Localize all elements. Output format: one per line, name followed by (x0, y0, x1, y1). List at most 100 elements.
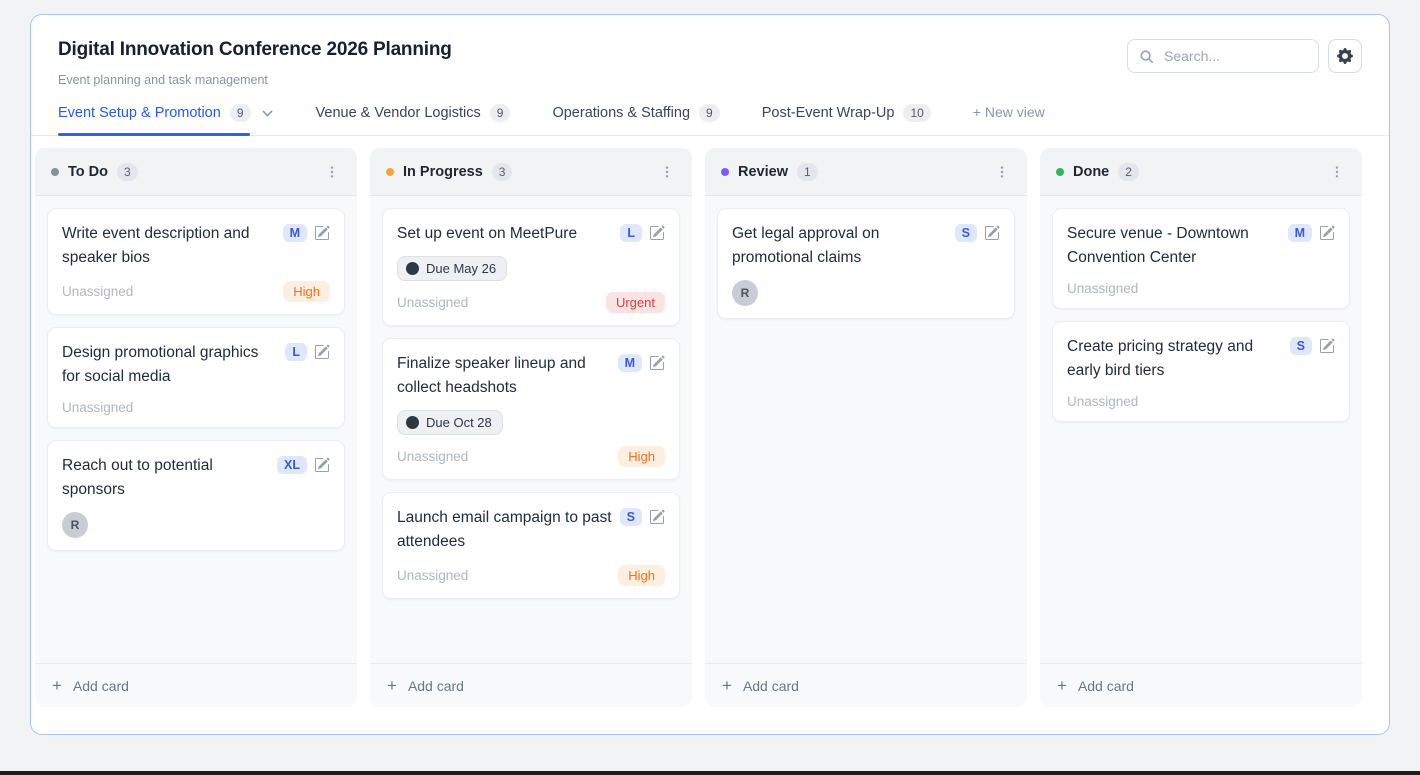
tab[interactable]: Operations & Staffing 9 (552, 104, 719, 135)
header-actions (1127, 39, 1362, 73)
column-header: In Progress 3 (370, 148, 692, 196)
task-card[interactable]: Launch email campaign to past attendees … (382, 492, 680, 599)
edit-card-button[interactable] (314, 344, 330, 360)
due-date-badge: Due May 26 (397, 256, 507, 281)
edit-icon (314, 344, 330, 360)
task-card[interactable]: Write event description and speaker bios… (47, 208, 345, 315)
task-card[interactable]: Secure venue - Downtown Convention Cente… (1052, 208, 1350, 309)
assignee-label: Unassigned (62, 400, 133, 415)
priority-badge: High (618, 446, 665, 467)
page: Digital Innovation Conference 2026 Plann… (0, 0, 1420, 775)
assignee-label: Unassigned (397, 295, 468, 310)
card-top: Finalize speaker lineup and collect head… (397, 352, 665, 400)
card-meta: Unassigned (62, 400, 330, 415)
task-card[interactable]: Create pricing strategy and early bird t… (1052, 321, 1350, 422)
column-status-dot (386, 168, 394, 176)
add-card-button[interactable]: + Add card (705, 663, 1027, 707)
task-card[interactable]: Design promotional graphics for social m… (47, 327, 345, 428)
avatar: R (62, 512, 88, 538)
chevron-down-icon[interactable] (261, 107, 274, 120)
add-card-button[interactable]: + Add card (1040, 663, 1362, 707)
new-view-button[interactable]: + New view (973, 104, 1045, 135)
size-badge: S (620, 508, 642, 526)
edit-card-button[interactable] (314, 457, 330, 473)
task-card[interactable]: Set up event on MeetPure L Due May 26 Un… (382, 208, 680, 326)
size-badge: M (1288, 224, 1312, 242)
size-badge: L (285, 343, 307, 361)
tab-bar: Event Setup & Promotion 9 Venue & Vendor… (31, 87, 1389, 136)
column-header: Review 1 (705, 148, 1027, 196)
tab-count-badge: 9 (490, 104, 511, 122)
tab[interactable]: Post-Event Wrap-Up 10 (762, 104, 931, 135)
column-menu-button[interactable] (993, 163, 1011, 181)
column-header: To Do 3 (35, 148, 357, 196)
page-title: Digital Innovation Conference 2026 Plann… (58, 39, 452, 61)
column-menu-button[interactable] (1328, 163, 1346, 181)
card-top: Design promotional graphics for social m… (62, 341, 330, 389)
gear-icon (1337, 48, 1353, 64)
header: Digital Innovation Conference 2026 Plann… (31, 15, 1389, 87)
column-body: Secure venue - Downtown Convention Cente… (1040, 196, 1362, 663)
column-title: To Do (68, 164, 108, 180)
card-title: Write event description and speaker bios (62, 222, 275, 270)
kebab-menu-icon (660, 165, 674, 179)
clock-icon (406, 262, 419, 275)
edit-card-button[interactable] (314, 225, 330, 241)
clock-icon (406, 416, 419, 429)
task-card[interactable]: Reach out to potential sponsors XL R (47, 440, 345, 551)
board: To Do 3 Write event description and spea… (31, 136, 1389, 734)
size-badge: M (283, 224, 307, 242)
add-card-button[interactable]: + Add card (35, 663, 357, 707)
size-badge: M (618, 354, 642, 372)
assignee-label: Unassigned (62, 284, 133, 299)
settings-button[interactable] (1328, 39, 1362, 73)
board-column: To Do 3 Write event description and spea… (35, 148, 357, 707)
tab[interactable]: Event Setup & Promotion 9 (58, 104, 274, 135)
card-title: Launch email campaign to past attendees (397, 506, 612, 554)
card-top: Get legal approval on promotional claims… (732, 222, 1000, 270)
add-card-label: Add card (73, 678, 129, 694)
due-date-badge: Due Oct 28 (397, 410, 503, 435)
add-card-button[interactable]: + Add card (370, 663, 692, 707)
card-actions: M (283, 222, 330, 242)
plus-icon: + (1057, 677, 1067, 694)
column-count-badge: 1 (797, 163, 818, 181)
card-actions: M (618, 352, 665, 372)
tab-label: Post-Event Wrap-Up (762, 105, 895, 121)
kebab-menu-icon (325, 165, 339, 179)
due-date-label: Due May 26 (426, 261, 496, 276)
card-actions: M (1288, 222, 1335, 242)
card-title: Secure venue - Downtown Convention Cente… (1067, 222, 1280, 270)
tab-count-badge: 9 (230, 104, 251, 122)
edit-icon (649, 225, 665, 241)
search-box[interactable] (1127, 39, 1319, 73)
column-status-dot (1056, 168, 1064, 176)
edit-card-button[interactable] (649, 355, 665, 371)
column-menu-button[interactable] (323, 163, 341, 181)
card-title: Finalize speaker lineup and collect head… (397, 352, 610, 400)
edit-card-button[interactable] (984, 225, 1000, 241)
card-actions: S (955, 222, 1000, 242)
edit-card-button[interactable] (1319, 338, 1335, 354)
edit-card-button[interactable] (1319, 225, 1335, 241)
assignee-label: Unassigned (397, 449, 468, 464)
add-card-label: Add card (743, 678, 799, 694)
column-menu-button[interactable] (658, 163, 676, 181)
edit-card-button[interactable] (649, 225, 665, 241)
page-subtitle: Event planning and task management (58, 73, 452, 87)
search-icon (1139, 49, 1154, 64)
card-meta: Unassigned High (62, 281, 330, 302)
priority-badge: High (283, 281, 330, 302)
task-card[interactable]: Finalize speaker lineup and collect head… (382, 338, 680, 480)
edit-icon (649, 509, 665, 525)
edit-card-button[interactable] (649, 509, 665, 525)
tab[interactable]: Venue & Vendor Logistics 9 (316, 104, 511, 135)
column-count-badge: 3 (117, 163, 138, 181)
card-top: Set up event on MeetPure L (397, 222, 665, 246)
edit-icon (984, 225, 1000, 241)
column-status-dot (51, 168, 59, 176)
task-card[interactable]: Get legal approval on promotional claims… (717, 208, 1015, 319)
board-column: In Progress 3 Set up event on MeetPure L (370, 148, 692, 707)
search-input[interactable] (1162, 47, 1307, 65)
card-top: Secure venue - Downtown Convention Cente… (1067, 222, 1335, 270)
